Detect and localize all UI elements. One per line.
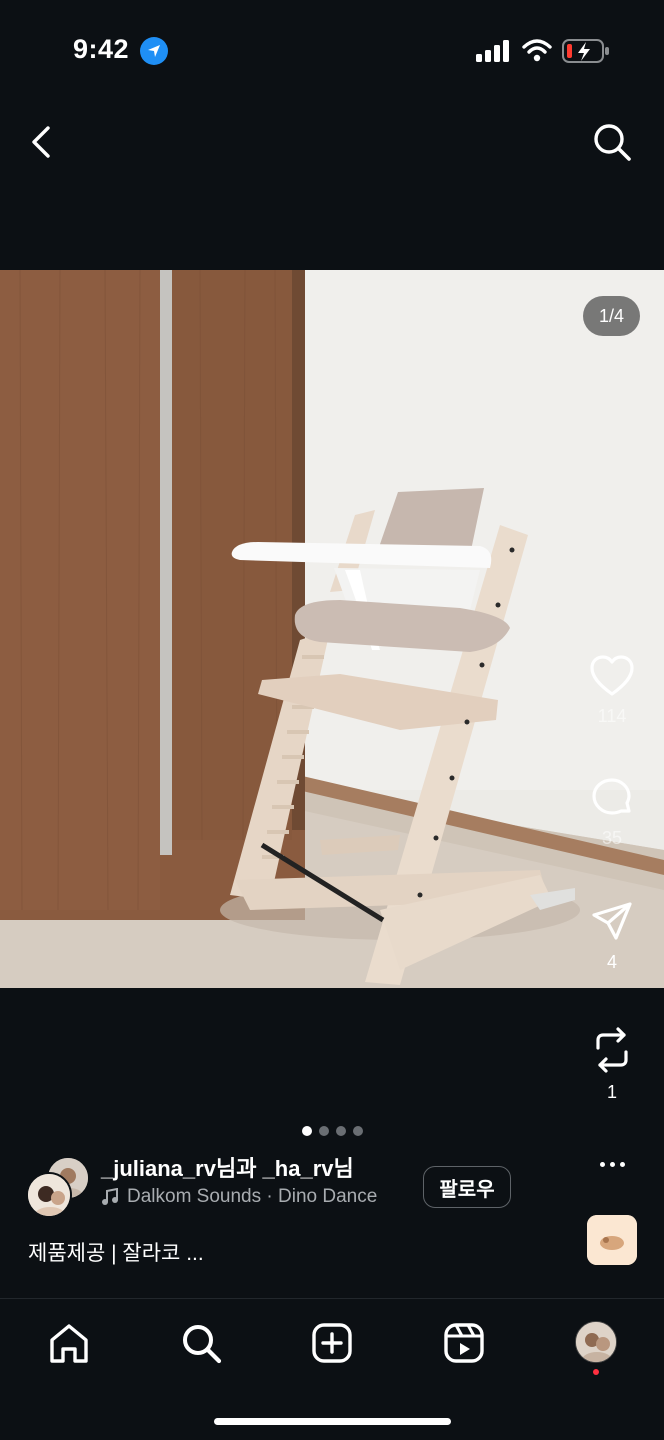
carousel-indicator — [302, 1126, 363, 1136]
profile-avatar[interactable] — [575, 1321, 617, 1363]
cellular-signal-icon — [476, 40, 509, 62]
notification-dot — [593, 1369, 599, 1375]
share-count: 4 — [606, 952, 617, 972]
wifi-icon — [522, 39, 552, 62]
status-time: 9:42 — [73, 34, 130, 64]
like-action[interactable]: 114 — [582, 654, 642, 727]
repost-icon[interactable] — [590, 1026, 634, 1074]
post-caption[interactable]: 제품제공 | 잘라코 ... — [28, 1237, 204, 1267]
audio-thumbnail[interactable] — [587, 1215, 637, 1265]
battery-low-charging-icon — [562, 39, 609, 63]
location-arrow-icon — [140, 37, 168, 65]
repost-count: 1 — [606, 1082, 617, 1102]
top-navigation — [0, 112, 664, 172]
comment-icon[interactable] — [590, 776, 634, 820]
like-count: 114 — [597, 706, 627, 726]
repost-action[interactable]: 1 — [582, 1026, 642, 1103]
home-icon[interactable] — [47, 1321, 91, 1365]
search-icon[interactable] — [590, 120, 634, 164]
heart-icon[interactable] — [588, 654, 636, 698]
post-image[interactable] — [0, 270, 664, 988]
search-icon[interactable] — [179, 1321, 223, 1365]
author-names[interactable]: _juliana_rv님과 _ha_rv님 — [101, 1151, 354, 1183]
more-options-icon[interactable] — [596, 1150, 628, 1178]
share-action[interactable]: 4 — [582, 900, 642, 973]
carousel-dot-active — [302, 1126, 312, 1136]
music-note-icon — [102, 1188, 118, 1205]
follow-button[interactable]: 팔로우 — [423, 1166, 511, 1208]
comment-count: 35 — [601, 828, 623, 848]
status-bar: 9:42 — [0, 0, 664, 100]
carousel-dot — [336, 1126, 346, 1136]
home-indicator — [214, 1418, 451, 1425]
carousel-dot — [319, 1126, 329, 1136]
author-avatars[interactable] — [26, 1156, 92, 1218]
music-label: Dalkom Sounds · Dino Dance — [127, 1186, 378, 1207]
image-counter: 1/4 — [583, 296, 640, 336]
reels-icon[interactable] — [442, 1321, 486, 1365]
create-icon[interactable] — [310, 1321, 354, 1365]
chevron-left-icon[interactable] — [26, 122, 60, 162]
send-icon[interactable] — [590, 900, 634, 944]
music-info[interactable]: Dalkom Sounds · Dino Dance — [101, 1186, 377, 1208]
comment-action[interactable]: 35 — [582, 776, 642, 849]
avatar[interactable] — [26, 1172, 72, 1218]
carousel-dot — [353, 1126, 363, 1136]
